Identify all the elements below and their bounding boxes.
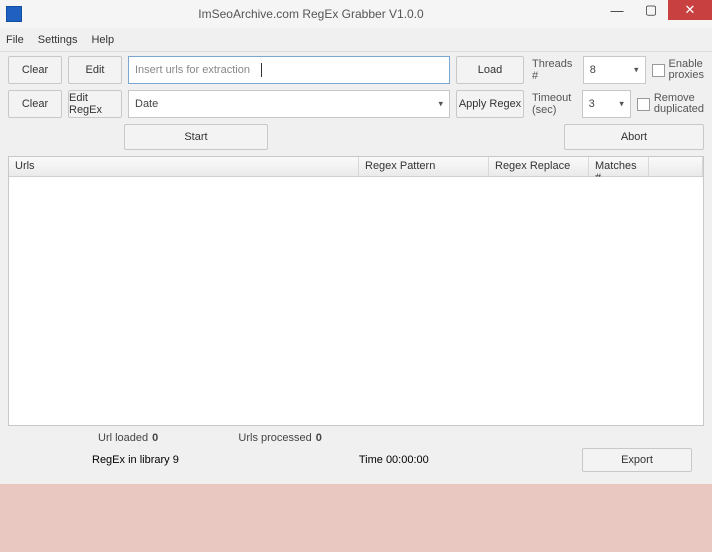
window-title: ImSeoArchive.com RegEx Grabber V1.0.0 xyxy=(22,7,600,21)
chevron-down-icon: ▾ xyxy=(438,99,443,110)
url-input[interactable]: Insert urls for extraction xyxy=(128,56,450,84)
clear-urls-button[interactable]: Clear xyxy=(8,56,62,84)
menubar: File Settings Help xyxy=(0,28,712,52)
titlebar: ImSeoArchive.com RegEx Grabber V1.0.0 — … xyxy=(0,0,712,28)
urls-processed-value: 0 xyxy=(316,432,322,444)
apply-regex-button[interactable]: Apply Regex xyxy=(456,90,524,118)
enable-proxies-checkbox[interactable] xyxy=(652,64,665,77)
abort-button[interactable]: Abort xyxy=(564,124,704,150)
remove-duplicated-checkbox[interactable] xyxy=(637,98,650,111)
enable-proxies-group: Enable proxies xyxy=(652,59,704,81)
table-header: Urls Regex Pattern Regex Replace Matches… xyxy=(9,157,703,177)
timeout-value: 3 xyxy=(589,98,595,110)
urls-processed: Urls processed 0 xyxy=(238,432,321,444)
regex-select-value: Date xyxy=(135,98,158,110)
timeout-label: Timeout (sec) xyxy=(532,92,576,116)
remove-duplicated-group: Remove duplicated xyxy=(637,93,704,115)
chevron-down-icon: ▾ xyxy=(634,65,639,76)
row-urls: Clear Edit Insert urls for extraction Lo… xyxy=(8,56,704,84)
regex-in-library: RegEx in library 9 xyxy=(92,454,179,466)
menu-help[interactable]: Help xyxy=(91,34,114,46)
url-loaded: Url loaded 0 xyxy=(98,432,158,444)
export-button[interactable]: Export xyxy=(582,448,692,472)
results-table: Urls Regex Pattern Regex Replace Matches… xyxy=(8,156,704,426)
timeout-select[interactable]: 3 ▾ xyxy=(582,90,631,118)
url-loaded-value: 0 xyxy=(152,432,158,444)
menu-file[interactable]: File xyxy=(6,34,24,46)
threads-select[interactable]: 8 ▾ xyxy=(583,56,646,84)
url-input-placeholder: Insert urls for extraction xyxy=(135,64,250,76)
status-row-1: Url loaded 0 Urls processed 0 xyxy=(8,426,704,446)
row-regex: Clear Edit RegEx Date ▾ Apply Regex Time… xyxy=(8,90,704,118)
status-row-2: RegEx in library 9 Time 00:00:00 Export xyxy=(8,446,704,476)
edit-urls-button[interactable]: Edit xyxy=(68,56,122,84)
regex-in-library-value: 9 xyxy=(173,454,179,466)
col-spacer xyxy=(649,157,703,176)
time: Time 00:00:00 xyxy=(359,454,429,466)
col-urls[interactable]: Urls xyxy=(9,157,359,176)
col-pattern[interactable]: Regex Pattern xyxy=(359,157,489,176)
menu-settings[interactable]: Settings xyxy=(38,34,78,46)
minimize-button[interactable]: — xyxy=(600,0,634,20)
app-icon xyxy=(6,6,22,22)
window-buttons: — ▢ ✕ xyxy=(600,0,712,28)
enable-proxies-label: Enable proxies xyxy=(669,59,704,81)
cursor-icon xyxy=(261,63,262,77)
remove-duplicated-label: Remove duplicated xyxy=(654,93,704,115)
regex-select[interactable]: Date ▾ xyxy=(128,90,450,118)
table-body[interactable] xyxy=(9,177,703,425)
col-replace[interactable]: Regex Replace xyxy=(489,157,589,176)
maximize-button[interactable]: ▢ xyxy=(634,0,668,20)
col-matches[interactable]: Matches # xyxy=(589,157,649,176)
workarea: Clear Edit Insert urls for extraction Lo… xyxy=(0,52,712,484)
start-button[interactable]: Start xyxy=(124,124,268,150)
chevron-down-icon: ▾ xyxy=(619,99,624,110)
close-button[interactable]: ✕ xyxy=(668,0,712,20)
threads-label: Threads # xyxy=(532,58,577,82)
time-value: 00:00:00 xyxy=(386,454,429,466)
row-actions: Start Abort xyxy=(8,124,704,150)
edit-regex-button[interactable]: Edit RegEx xyxy=(68,90,122,118)
clear-regex-button[interactable]: Clear xyxy=(8,90,62,118)
threads-value: 8 xyxy=(590,64,596,76)
load-button[interactable]: Load xyxy=(456,56,524,84)
